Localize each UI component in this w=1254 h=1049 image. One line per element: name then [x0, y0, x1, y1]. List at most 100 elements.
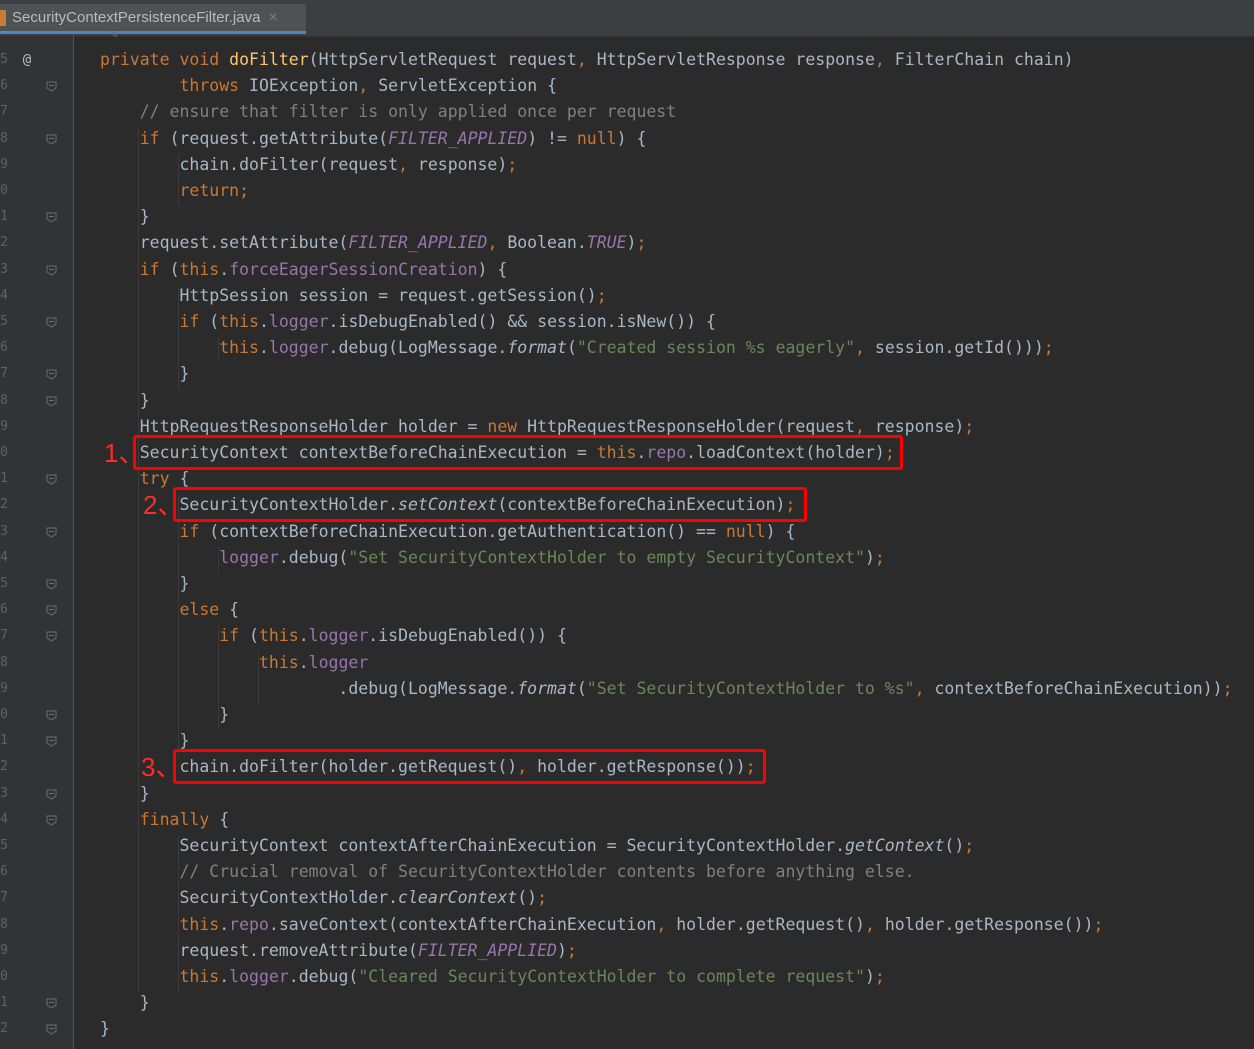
code-token: new	[487, 417, 528, 436]
code-line[interactable]: if (this.forceEagerSessionCreation) {	[100, 257, 508, 283]
code-token: IOException	[249, 76, 359, 95]
fold-marker-icon[interactable]	[46, 527, 57, 538]
code-line[interactable]: if (this.logger.isDebugEnabled()) {	[100, 623, 567, 649]
code-line[interactable]: .debug(LogMessage.format("Set SecurityCo…	[100, 676, 1232, 702]
close-icon[interactable]: ×	[268, 9, 277, 27]
fold-marker-icon[interactable]	[46, 631, 57, 642]
code-token: ;	[1043, 338, 1054, 357]
code-token: contextBeforeChainExecution))	[934, 679, 1223, 698]
line-number: 9	[0, 157, 8, 172]
code-line[interactable]: logger.debug("Set SecurityContextHolder …	[100, 545, 885, 571]
code-line[interactable]: if (request.getAttribute(FILTER_APPLIED)…	[100, 126, 647, 152]
code-token: }	[100, 705, 230, 724]
code-token: this	[258, 653, 299, 672]
fold-marker-icon[interactable]	[46, 579, 57, 590]
code-line[interactable]: return;	[100, 178, 249, 204]
code-line[interactable]: finally {	[100, 807, 229, 833]
line-number: 9	[0, 419, 8, 434]
code-line[interactable]: chain.doFilter(request, response);	[100, 152, 517, 178]
code-line[interactable]: SecurityContext contextAfterChainExecuti…	[100, 833, 974, 859]
code-token: if	[219, 626, 250, 645]
line-number: 4	[0, 812, 8, 827]
code-token: format	[517, 679, 577, 698]
code-line[interactable]: if (this.logger.isDebugEnabled() && sess…	[100, 309, 715, 335]
code-token: logger	[268, 338, 329, 357]
fold-marker-icon[interactable]	[46, 212, 57, 223]
code-line[interactable]: }	[100, 571, 189, 597]
line-number: 6	[0, 340, 8, 355]
fold-marker-icon[interactable]	[46, 605, 57, 616]
code-token: ,	[398, 155, 418, 174]
code-line[interactable]: }	[100, 702, 229, 728]
fold-marker-icon[interactable]	[46, 265, 57, 276]
fold-marker-icon[interactable]	[46, 81, 57, 92]
code-line[interactable]: HttpSession session = request.getSession…	[100, 283, 606, 309]
code-line[interactable]: else {	[100, 597, 239, 623]
code-line[interactable]: request.setAttribute(FILTER_APPLIED, Boo…	[100, 230, 647, 256]
code-line[interactable]: }	[100, 204, 150, 230]
code-line[interactable]: this.logger	[100, 650, 368, 676]
code-token: }	[100, 364, 190, 383]
code-token: ) !=	[527, 129, 577, 148]
code-token: this	[258, 626, 299, 645]
code-line[interactable]: this.logger.debug(LogMessage.format("Cre…	[100, 335, 1054, 361]
line-number-gutter: 5 6 7 8 9 0 1 2 3 4 5 6 7 8 9 0 1 2 3 4 5 6 7 8 9 0 1 2 3 4 5 6 7 8 9 0 1 2 @	[0, 36, 74, 1049]
code-token: request.setAttribute(	[100, 233, 349, 252]
tab-security-context-persistence-filter[interactable]: SecurityContextPersistenceFilter.java ×	[0, 4, 306, 34]
code-line[interactable]: if (contextBeforeChainExecution.getAuthe…	[100, 519, 795, 545]
fold-marker-icon[interactable]	[46, 815, 57, 826]
code-line[interactable]: this.repo.saveContext(contextAfterChainE…	[100, 912, 1103, 938]
fold-marker-icon[interactable]	[46, 1024, 57, 1035]
code-token: ,	[855, 338, 875, 357]
code-line[interactable]: }	[100, 990, 150, 1016]
code-line[interactable]: }	[100, 781, 150, 807]
code-token: HttpServletResponse response	[596, 50, 875, 69]
fold-marker-icon[interactable]	[46, 998, 57, 1009]
code-token: return;	[179, 181, 250, 200]
code-line[interactable]: throws IOException, ServletException {	[100, 73, 557, 99]
code-line[interactable]: SecurityContextHolder.clearContext();	[100, 885, 547, 911]
code-line[interactable]: }	[100, 388, 150, 414]
code-token: logger	[268, 312, 329, 331]
code-line[interactable]: request.removeAttribute(FILTER_APPLIED);	[100, 938, 576, 964]
line-number: 1	[0, 209, 8, 224]
code-token: {	[219, 810, 230, 829]
highlight-box	[173, 487, 807, 522]
fold-marker-icon[interactable]	[46, 789, 57, 800]
code-token: finally	[139, 810, 220, 829]
fold-marker-icon[interactable]	[46, 134, 57, 145]
fold-marker-icon[interactable]	[46, 474, 57, 485]
fold-marker-icon[interactable]	[46, 736, 57, 747]
code-token: TRUE	[586, 233, 627, 252]
java-file-icon	[0, 9, 6, 26]
code-token: FILTER_APPLIED	[417, 941, 557, 960]
code-line[interactable]: private void doFilter(HttpServletRequest…	[100, 47, 1074, 73]
code-token: }	[100, 993, 150, 1012]
code-token: SecurityContext contextAfterChainExecuti…	[100, 836, 846, 855]
code-token: // ensure that filter is only applied on…	[139, 102, 677, 121]
code-token: ,	[864, 915, 885, 934]
code-line[interactable]: // ensure that filter is only applied on…	[100, 99, 676, 125]
fold-marker-icon[interactable]	[46, 317, 57, 328]
line-number: 6	[0, 864, 8, 879]
fold-marker-icon[interactable]	[46, 369, 57, 380]
tab-filename: SecurityContextPersistenceFilter.java	[12, 9, 261, 26]
fold-marker-icon[interactable]	[46, 710, 57, 721]
code-line[interactable]: }	[100, 1016, 110, 1042]
code-token: throws	[179, 76, 250, 95]
fold-marker-icon[interactable]	[46, 396, 57, 407]
code-line[interactable]: // Crucial removal of SecurityContextHol…	[100, 859, 914, 885]
override-marker-icon[interactable]: @	[19, 47, 35, 73]
line-number: 6	[0, 602, 8, 617]
code-line[interactable]: this.logger.debug("Cleared SecurityConte…	[100, 964, 884, 990]
code-token: (contextBeforeChainExecution.getAuthenti…	[209, 522, 726, 541]
code-line[interactable]: }	[100, 361, 189, 387]
code-token: ,	[358, 76, 379, 95]
code-token: )	[626, 233, 637, 252]
code-token: HttpSession session = request.getSession…	[100, 286, 597, 305]
